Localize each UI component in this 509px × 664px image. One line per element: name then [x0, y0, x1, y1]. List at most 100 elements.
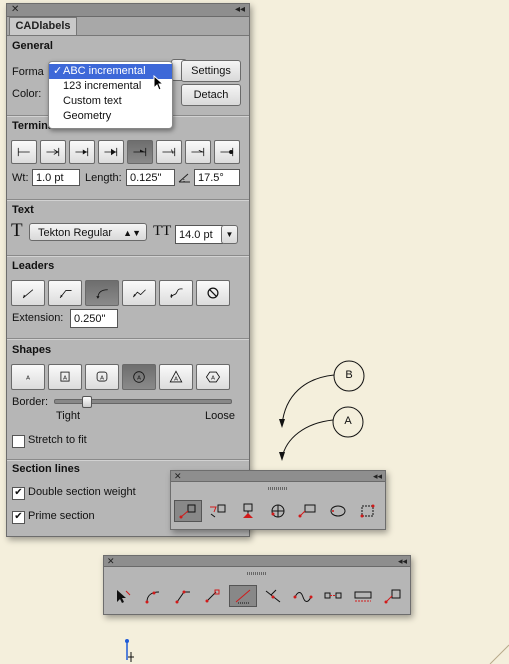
svg-text:A: A: [211, 375, 215, 381]
double-weight-checkbox[interactable]: ✔: [12, 487, 25, 500]
close-icon[interactable]: ✕: [107, 556, 115, 566]
wave-leader-tool[interactable]: [289, 585, 317, 607]
label-cloud-tool[interactable]: [324, 500, 352, 522]
shape-hexagon-icon: A: [205, 371, 221, 383]
terminator-tick-icon: [162, 147, 176, 157]
font-size-dropdown[interactable]: ▼: [221, 225, 238, 244]
edit-leader-tool-icon: [205, 589, 220, 603]
shape-circle-button[interactable]: A: [122, 364, 156, 390]
detach-button[interactable]: Detach: [181, 84, 241, 106]
dimension-line-tool[interactable]: [349, 585, 377, 607]
label-arrow-tool[interactable]: [204, 500, 232, 522]
tight-label: Tight: [56, 410, 81, 422]
shape-none-button[interactable]: A: [11, 364, 45, 390]
prime-section-checkbox[interactable]: ✔: [12, 511, 25, 524]
terminator-open-arrow-icon: [46, 147, 60, 157]
collapse-icon[interactable]: ◂◂: [235, 4, 245, 16]
shape-rounded-button[interactable]: A: [85, 364, 119, 390]
terminator-half-arrow-icon: [133, 147, 147, 157]
menu-item-custom-text[interactable]: Custom text: [49, 94, 172, 109]
label-datum-tool[interactable]: [234, 500, 262, 522]
leader-zigzag-button[interactable]: [122, 280, 156, 306]
no-leader-button[interactable]: [196, 280, 230, 306]
label-target-tool-icon: [271, 504, 285, 518]
terminator-open-arrow-button[interactable]: [40, 140, 66, 164]
attach-label-tool[interactable]: [379, 585, 407, 607]
terminator-closed-arrow-icon: [75, 147, 89, 157]
font-select[interactable]: Tekton Regular ▲▼: [29, 223, 147, 241]
terminator-filled-arrow-icon: [104, 147, 118, 157]
terminator-tick-button[interactable]: [156, 140, 182, 164]
shape-square-button[interactable]: A: [48, 364, 82, 390]
shape-hexagon-button[interactable]: A: [196, 364, 230, 390]
leader-straight-button[interactable]: [11, 280, 45, 306]
svg-text:A: A: [26, 375, 30, 381]
toolbar-titlebar[interactable]: ✕ ◂◂: [171, 471, 385, 482]
border-slider[interactable]: [54, 396, 232, 408]
terminator-slash-button[interactable]: [185, 140, 211, 164]
terminator-closed-arrow-button[interactable]: [69, 140, 95, 164]
panel-titlebar[interactable]: ✕ ◂◂: [7, 4, 249, 17]
toolbar-grip[interactable]: [268, 487, 288, 490]
close-icon[interactable]: ✕: [174, 471, 182, 481]
shape-triangle-button[interactable]: A: [159, 364, 193, 390]
section-lines-title: Section lines: [12, 463, 80, 475]
place-label-tool[interactable]: [174, 500, 202, 522]
label-resize-tool[interactable]: [354, 500, 382, 522]
edit-leader-tool[interactable]: [199, 585, 227, 607]
stretch-label[interactable]: Stretch to fit: [28, 434, 87, 446]
split-leader-tool[interactable]: [259, 585, 287, 607]
page-edge-line: [489, 644, 509, 664]
terminator-dot-button[interactable]: [214, 140, 240, 164]
toolbar-grip[interactable]: [247, 572, 267, 575]
balloon-a-label: A: [344, 415, 352, 427]
menu-item-geometry[interactable]: Geometry: [49, 109, 172, 124]
svg-text:A: A: [100, 375, 104, 381]
cadlabels-panel: ✕ ◂◂ CADlabels General Forma Color: Sett…: [6, 3, 250, 537]
leader-curve-button[interactable]: [85, 280, 119, 306]
border-slider-knob[interactable]: [81, 396, 92, 408]
leader-tools-toolbar: ✕ ◂◂: [103, 555, 411, 615]
select-leader-tool[interactable]: [109, 585, 137, 607]
collapse-icon[interactable]: ◂◂: [398, 556, 407, 566]
elbow-leader-tool[interactable]: [169, 585, 197, 607]
curve-leader-tool[interactable]: [139, 585, 167, 607]
prime-section-label[interactable]: Prime section: [28, 510, 95, 522]
label-tools-toolbar: ✕ ◂◂: [170, 470, 386, 530]
shape-none-icon: A: [26, 375, 30, 381]
settings-button[interactable]: Settings: [181, 60, 241, 82]
angle-field[interactable]: 17.5°: [194, 169, 240, 186]
section-line-tool-icon: [324, 592, 342, 599]
close-icon[interactable]: ✕: [11, 4, 19, 16]
border-label: Border:: [12, 396, 49, 408]
label-resize-tool-icon: [360, 504, 375, 518]
label-arrow-tool-icon: [210, 504, 226, 518]
straight-leader-tool[interactable]: [229, 585, 257, 607]
weight-field[interactable]: 1.0 pt: [32, 169, 80, 186]
tab-cadlabels[interactable]: CADlabels: [9, 17, 77, 35]
selected-anchor-point[interactable]: [125, 639, 134, 662]
leader-elbow-button[interactable]: [48, 280, 82, 306]
terminator-half-arrow-button[interactable]: [127, 140, 153, 164]
mouse-cursor-icon: [153, 75, 165, 91]
terminator-line-button[interactable]: [11, 140, 37, 164]
collapse-icon[interactable]: ◂◂: [373, 471, 382, 481]
stretch-checkbox[interactable]: [12, 435, 25, 448]
label-callout-tool[interactable]: [294, 500, 322, 522]
extension-field[interactable]: 0.250": [70, 309, 118, 328]
double-weight-label[interactable]: Double section weight: [28, 486, 136, 498]
loose-label: Loose: [205, 410, 235, 422]
leader-zigzag-icon: [132, 289, 146, 298]
updown-arrows-icon: ▲▼: [123, 228, 141, 238]
terminator-filled-arrow-button[interactable]: [98, 140, 124, 164]
leader-spline-button[interactable]: [159, 280, 193, 306]
leader-straight-icon: [22, 289, 34, 299]
length-field[interactable]: 0.125": [126, 169, 175, 186]
toolbar-titlebar[interactable]: ✕ ◂◂: [104, 556, 410, 567]
label-target-tool[interactable]: [264, 500, 292, 522]
balloon-b-label: B: [345, 369, 353, 381]
shape-circle-icon: A: [133, 371, 145, 383]
section-line-tool[interactable]: [319, 585, 347, 607]
separator: [7, 255, 249, 257]
font-size-field[interactable]: 14.0 pt: [175, 225, 223, 244]
